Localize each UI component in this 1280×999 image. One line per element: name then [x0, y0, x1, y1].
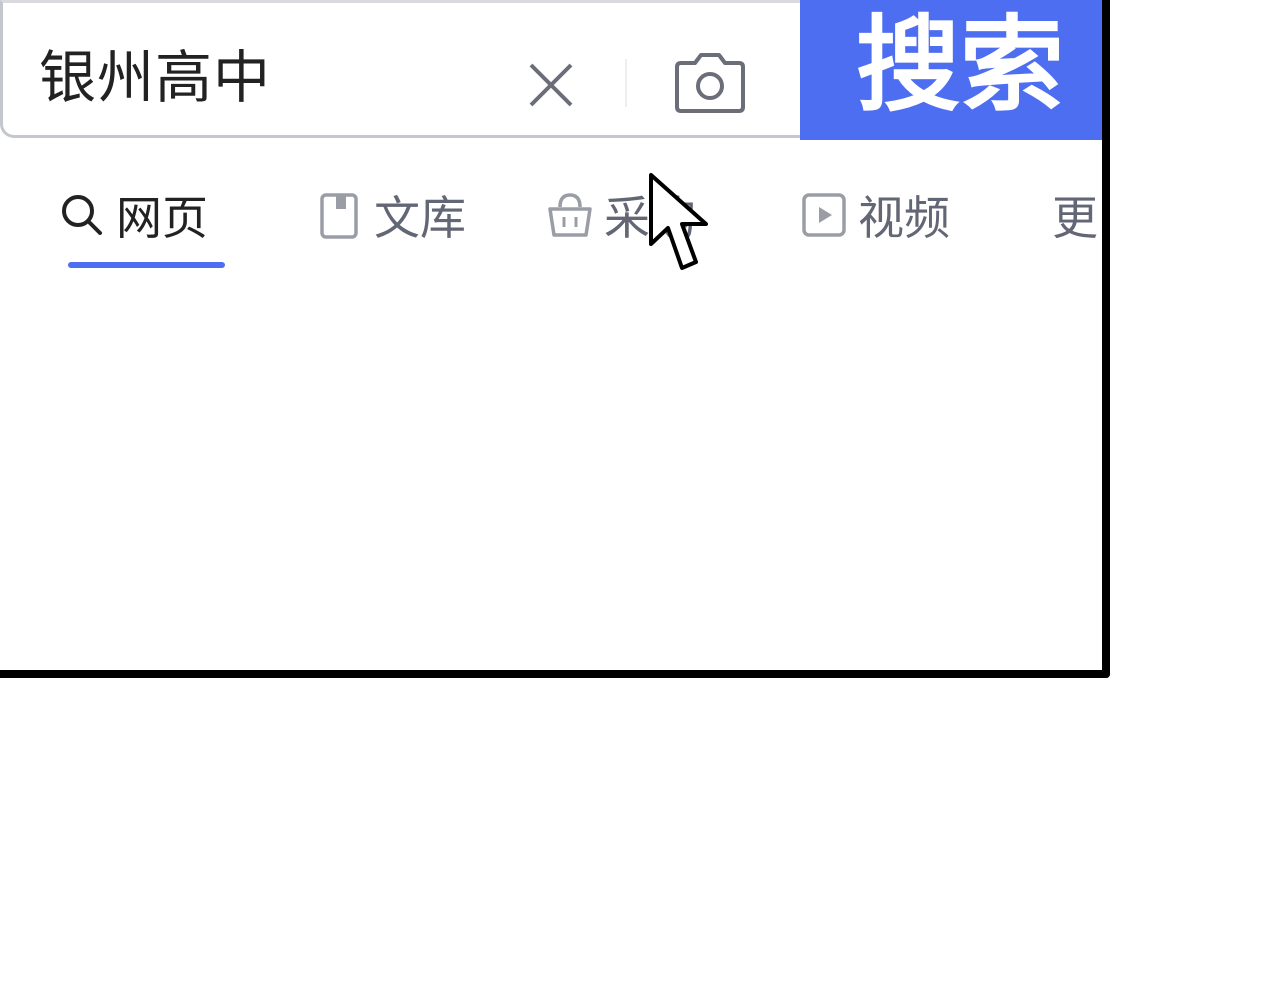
tab-wenku[interactable]: 文库	[316, 180, 466, 250]
clear-icon[interactable]	[525, 59, 577, 111]
tab-video[interactable]: 视频	[800, 180, 950, 250]
active-tab-indicator	[68, 262, 225, 268]
search-box[interactable]: 银州高中	[0, 0, 810, 138]
search-tabs: 网页 文库 采购 视频 更	[0, 180, 1102, 280]
search-input[interactable]: 银州高中	[39, 46, 271, 110]
tab-more[interactable]: 更	[1052, 180, 1098, 250]
tab-web[interactable]: 网页	[58, 180, 208, 250]
document-icon	[320, 193, 358, 239]
search-divider	[625, 59, 627, 107]
tab-label: 采购	[604, 191, 696, 245]
shopping-bag-icon	[548, 193, 592, 237]
camera-icon[interactable]	[673, 51, 747, 115]
tab-label: 视频	[858, 191, 950, 245]
video-icon	[802, 193, 846, 237]
tab-purchase[interactable]: 采购	[546, 180, 696, 250]
tab-label: 网页	[116, 191, 208, 245]
tab-label: 文库	[374, 191, 466, 245]
browser-content-frame: 银州高中 搜索 网页 文库 采购 视频 更	[0, 0, 1110, 678]
search-icon	[62, 195, 102, 235]
tab-label: 更	[1052, 191, 1098, 245]
search-button[interactable]: 搜索	[800, 0, 1102, 140]
